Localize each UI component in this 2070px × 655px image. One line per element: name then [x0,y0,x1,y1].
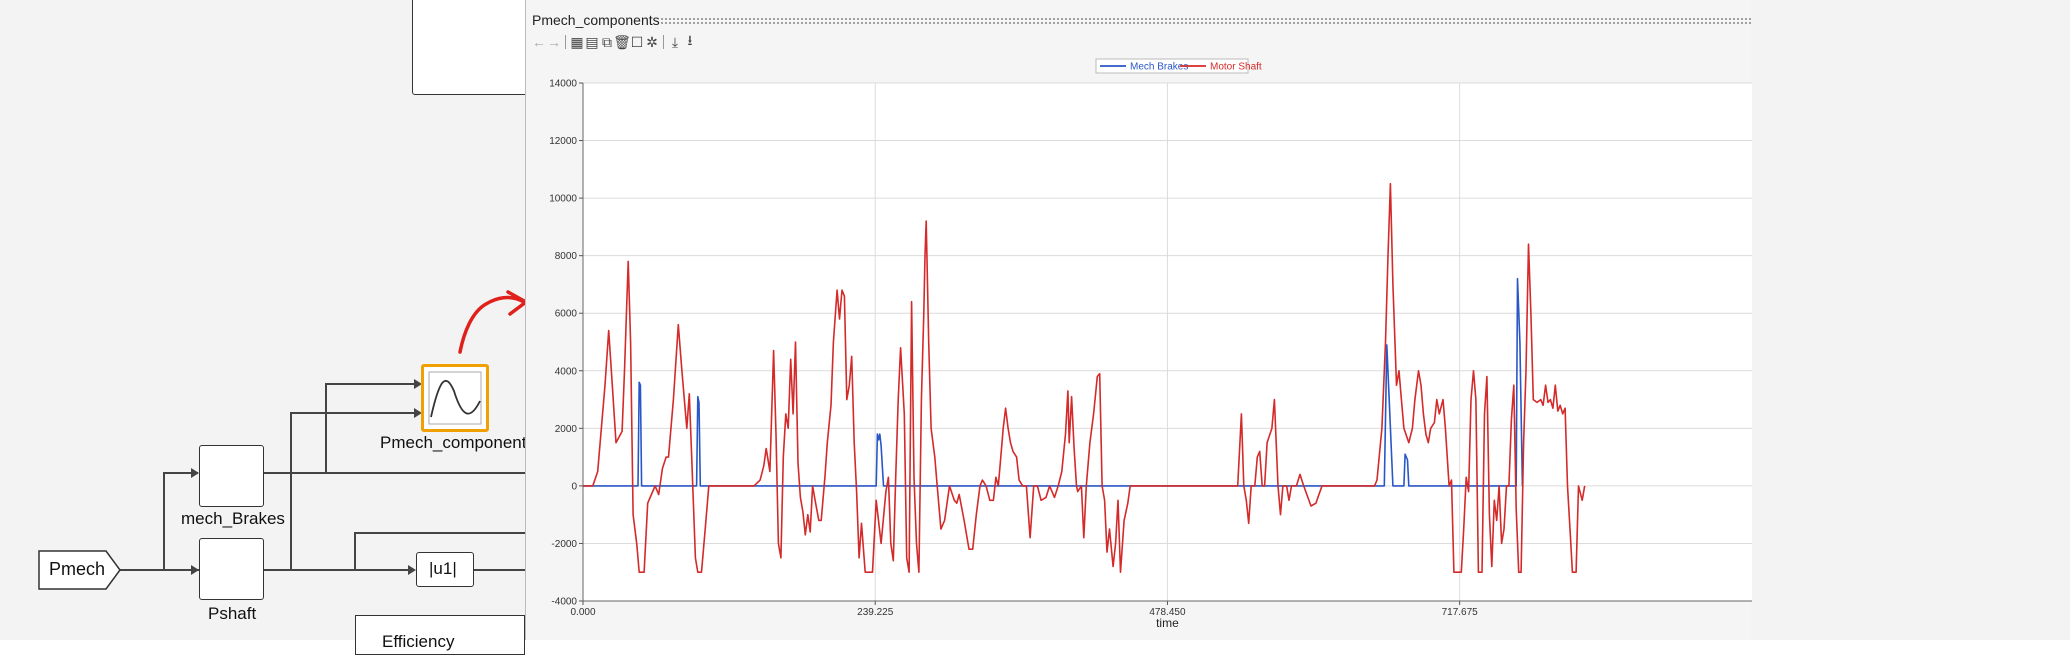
signal-line [354,532,356,570]
y-tick-label: 6000 [555,309,578,320]
sine-wave-icon [428,371,482,425]
legend-entry: Motor Shaft [1210,62,1262,73]
pshaft-block[interactable] [199,538,264,600]
scope-window-title: Pmech_components [532,12,660,28]
signal-line [163,472,165,570]
back-arrow-icon[interactable]: ← [532,33,546,51]
copy-icon[interactable]: ⧉ [600,33,614,51]
y-tick-label: 14000 [549,79,577,90]
x-tick-label: 239.225 [857,607,894,618]
signal-line [264,569,409,571]
table-icon[interactable]: ▦ [570,33,584,51]
chart-icon[interactable]: ▤ [585,33,599,51]
efficiency-label: Efficiency [382,632,455,651]
signal-line [325,383,327,473]
y-tick-label: 12000 [549,136,577,147]
signal-line [474,569,525,571]
frame-icon[interactable]: ☐ [630,33,644,51]
scope-chart[interactable]: -4000 -2000 0 2000 4000 6000 8000 10000 12000 140… [526,55,1752,640]
annotation-box [412,0,532,95]
settings-icon[interactable]: ✲ [645,33,659,51]
forward-arrow-icon[interactable]: → [547,33,561,51]
mech-brakes-block[interactable] [199,445,264,507]
scope-block[interactable] [421,364,489,432]
download-icon[interactable]: ⤓ [668,33,682,51]
scope-block-label: Pmech_components [380,433,535,452]
toolbar-separator [565,35,566,49]
y-tick-label: 0 [571,481,577,492]
y-tick-label: 2000 [555,424,578,435]
pshaft-label: Pshaft [208,604,257,623]
from-block-label: Pmech [49,559,106,579]
scope-toolbar: ← → ▦ ▤ ⧉ 🗑 ☐ ✲ ⤓ ⭳ [532,32,697,52]
y-tick-label: 4000 [555,366,578,377]
arrow-head [191,565,199,575]
save-icon[interactable]: ⭳ [683,32,697,51]
arrow-head [408,565,416,575]
y-tick-label: -4000 [551,597,577,608]
y-tick-label: 8000 [555,251,578,262]
y-tick-label: -2000 [551,539,577,550]
abs-label: |u1| [429,559,457,578]
signal-line [325,383,420,385]
signal-line [120,569,200,571]
signal-line [264,472,525,474]
x-tick-label: 0.000 [570,607,595,618]
x-axis-label: time [1156,616,1179,630]
signal-line [290,412,292,570]
toolbar-separator [663,35,664,49]
signal-line [290,412,420,414]
delete-icon[interactable]: 🗑 [613,33,631,51]
scope-window[interactable]: Pmech_components ← → ▦ ▤ ⧉ 🗑 ☐ ✲ ⤓ ⭳ -40… [525,0,1752,640]
mech-brakes-label: mech_Brakes [181,509,285,528]
y-tick-label: 10000 [549,194,577,205]
red-annotation-arrow [458,290,528,354]
title-bar-grip[interactable] [660,17,1751,24]
signal-line [354,532,525,534]
legend-entry: Mech Brakes [1130,62,1188,73]
arrow-head [191,468,199,478]
x-tick-label: 717.675 [1442,607,1479,618]
